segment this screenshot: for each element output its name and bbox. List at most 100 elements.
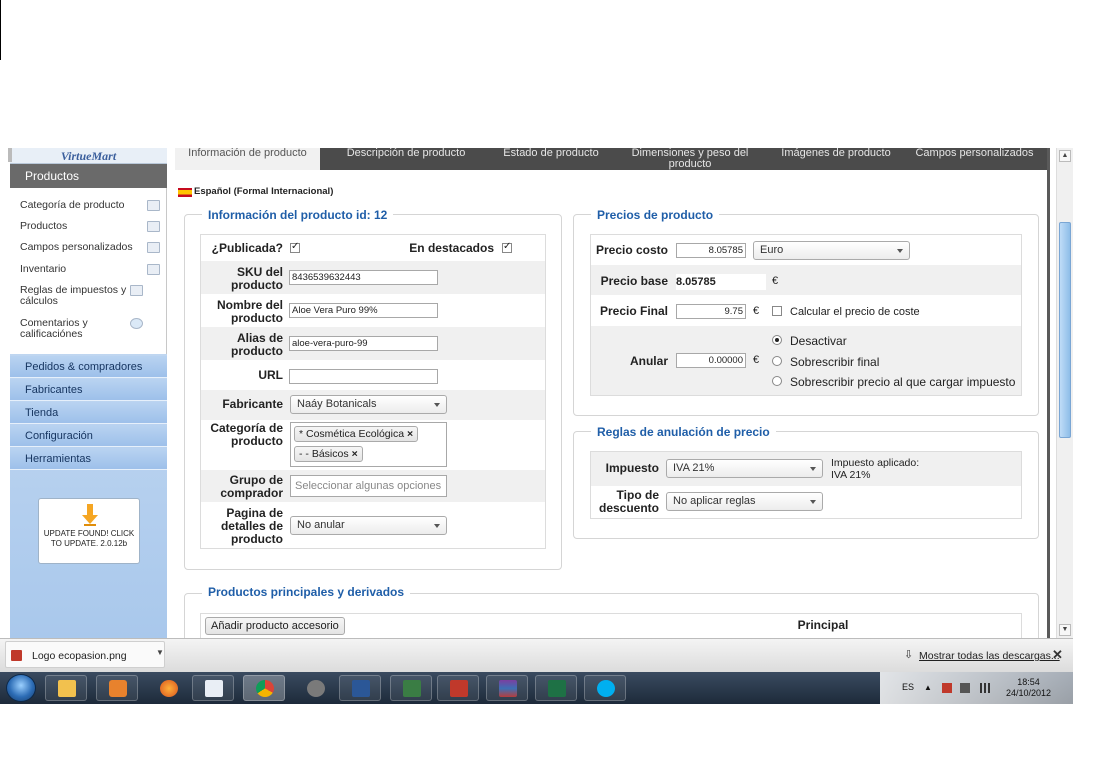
customer-group-input[interactable]: Seleccionar algunas opciones xyxy=(290,475,447,497)
details-page-value: No anular xyxy=(297,519,345,531)
tab-product-status[interactable]: Estado de producto xyxy=(492,148,610,170)
currency-select[interactable]: Euro xyxy=(753,241,910,260)
discount-type-select[interactable]: No aplicar reglas xyxy=(666,492,823,511)
add-accessory-button[interactable]: Añadir producto accesorio xyxy=(205,617,345,635)
featured-checkbox[interactable] xyxy=(502,241,512,253)
category-chip[interactable]: * Cosmética Ecológica × xyxy=(294,426,419,442)
close-icon[interactable]: × xyxy=(352,448,358,460)
taskbar-app[interactable] xyxy=(294,675,336,701)
scroll-up-button[interactable]: ▲ xyxy=(1059,150,1071,162)
tray-expand-icon[interactable]: ▲ xyxy=(924,683,932,692)
manufacturer-select[interactable]: Naáy Botanicals xyxy=(290,395,447,414)
download-arrow-icon: ⇩ xyxy=(904,649,914,661)
show-all-downloads-link[interactable]: Mostrar todas las descargas... xyxy=(919,650,1060,662)
taskbar-documents[interactable] xyxy=(192,675,234,701)
sidebar-item-tax-rules[interactable]: Reglas de impuestos y cálculos xyxy=(20,285,130,307)
flag-icon[interactable] xyxy=(942,683,952,693)
manufacturer-label: Fabricante xyxy=(222,397,283,411)
radio-override-tax[interactable] xyxy=(772,376,782,386)
alias-input[interactable]: aloe-vera-puro-99 xyxy=(289,336,438,351)
tab-label: Campos personalizados xyxy=(915,148,1034,159)
sidebar-nav-tools[interactable]: Herramientas xyxy=(10,448,167,470)
sidebar-nav-configuration[interactable]: Configuración xyxy=(10,425,167,447)
tab-product-dimensions[interactable]: Dimensiones y peso del producto xyxy=(610,148,770,170)
taskbar-excel[interactable] xyxy=(535,675,577,701)
taskbar-clock[interactable]: 18:54 24/10/2012 xyxy=(1006,677,1051,699)
signal-icon[interactable] xyxy=(980,683,990,693)
category-chip-label: - - Básicos xyxy=(299,448,349,460)
discount-type-label: Tipo de descuento xyxy=(598,488,659,515)
comment-icon xyxy=(130,318,143,329)
url-input[interactable] xyxy=(289,369,438,384)
sidebar-nav-manufacturers[interactable]: Fabricantes xyxy=(10,379,167,401)
scrollbar-thumb[interactable] xyxy=(1059,222,1071,438)
sidebar-section-products[interactable]: Productos xyxy=(10,164,167,188)
tax-value: IVA 21% xyxy=(673,462,715,474)
archive-icon xyxy=(499,680,517,697)
sidebar-item-reviews[interactable]: Comentarios y calificaciónes xyxy=(20,318,130,340)
tax-label: Impuesto xyxy=(605,461,659,475)
power-icon[interactable] xyxy=(960,683,970,693)
clock-time: 18:54 xyxy=(1017,677,1040,687)
calculate-cost-checkbox[interactable] xyxy=(772,306,782,316)
taskbar-acrobat[interactable] xyxy=(437,675,479,701)
sidebar-item-inventory[interactable]: Inventario xyxy=(20,264,160,275)
update-notice-button[interactable]: UPDATE FOUND! CLICK TO UPDATE. 2.0.12b xyxy=(38,498,140,564)
chevron-down-icon[interactable]: ▼ xyxy=(156,648,164,657)
details-page-label: Pagina de detalles de producto xyxy=(220,506,283,546)
sidebar-item-label: Campos personalizados xyxy=(20,241,133,253)
taskbar-word[interactable] xyxy=(339,675,381,701)
input-language[interactable]: ES xyxy=(902,682,914,692)
cost-price-input[interactable]: 8.05785 xyxy=(676,243,746,258)
chart-icon xyxy=(147,264,160,275)
file-icon xyxy=(11,650,22,661)
tax-select[interactable]: IVA 21% xyxy=(666,459,823,478)
taskbar-media-player[interactable] xyxy=(96,675,138,701)
close-icon[interactable]: × xyxy=(407,428,413,440)
tab-label: Estado de producto xyxy=(503,148,599,159)
override-input[interactable]: 0.00000 xyxy=(676,353,746,368)
sidebar-item-products[interactable]: Productos xyxy=(20,221,160,232)
final-price-input[interactable]: 9.75 xyxy=(676,304,746,319)
sidebar-nav-store[interactable]: Tienda xyxy=(10,402,167,424)
download-filename: Logo ecopasion.png xyxy=(32,650,127,662)
tab-label: Imágenes de producto xyxy=(781,148,891,159)
related-products-legend: Productos principales y derivados xyxy=(202,585,411,599)
final-price-label: Precio Final xyxy=(599,304,668,318)
sku-input[interactable]: 8436539632443 xyxy=(289,270,438,285)
taskbar-remote[interactable] xyxy=(390,675,432,701)
published-label: ¿Publicada? xyxy=(211,241,283,255)
category-chip[interactable]: - - Básicos × xyxy=(294,446,363,462)
start-button[interactable] xyxy=(6,674,36,702)
sidebar-nav-orders[interactable]: Pedidos & compradores xyxy=(10,356,167,378)
product-name-label: Nombre del producto xyxy=(216,298,283,325)
taskbar-firefox[interactable] xyxy=(147,675,189,701)
sidebar-scroll-handle[interactable] xyxy=(8,148,12,162)
radio-disable[interactable] xyxy=(772,335,782,345)
product-name-input[interactable]: Aloe Vera Puro 99% xyxy=(289,303,438,318)
excel-icon xyxy=(548,680,566,697)
taskbar-winrar[interactable] xyxy=(486,675,528,701)
product-tabs: Información de producto Descripción de p… xyxy=(175,148,1047,170)
tab-label: Descripción de producto xyxy=(346,148,466,159)
radio-override-final-label: Sobrescribir final xyxy=(790,355,880,369)
radio-override-final[interactable] xyxy=(772,356,782,366)
scroll-down-button[interactable]: ▼ xyxy=(1059,624,1071,636)
tab-product-images[interactable]: Imágenes de producto xyxy=(770,148,902,170)
radio-override-tax-label: Sobrescribir precio al que cargar impues… xyxy=(790,375,1016,389)
details-page-select[interactable]: No anular xyxy=(290,516,447,535)
download-arrow-icon xyxy=(82,504,98,526)
tab-product-description[interactable]: Descripción de producto xyxy=(320,148,492,170)
close-icon[interactable]: ✕ xyxy=(1052,647,1063,663)
url-label: URL xyxy=(258,368,283,382)
sidebar-item-custom-fields[interactable]: Campos personalizados xyxy=(20,242,160,253)
tab-custom-fields[interactable]: Campos personalizados xyxy=(902,148,1047,170)
tab-product-info[interactable]: Información de producto xyxy=(175,148,320,170)
taskbar-explorer[interactable] xyxy=(45,675,87,701)
sidebar-item-label: Inventario xyxy=(20,263,67,275)
chevron-down-icon xyxy=(810,467,816,471)
taskbar-chrome[interactable] xyxy=(243,675,285,701)
published-checkbox[interactable] xyxy=(290,241,300,253)
sidebar-item-categories[interactable]: Categoría de producto xyxy=(20,200,160,211)
taskbar-skype[interactable] xyxy=(584,675,626,701)
